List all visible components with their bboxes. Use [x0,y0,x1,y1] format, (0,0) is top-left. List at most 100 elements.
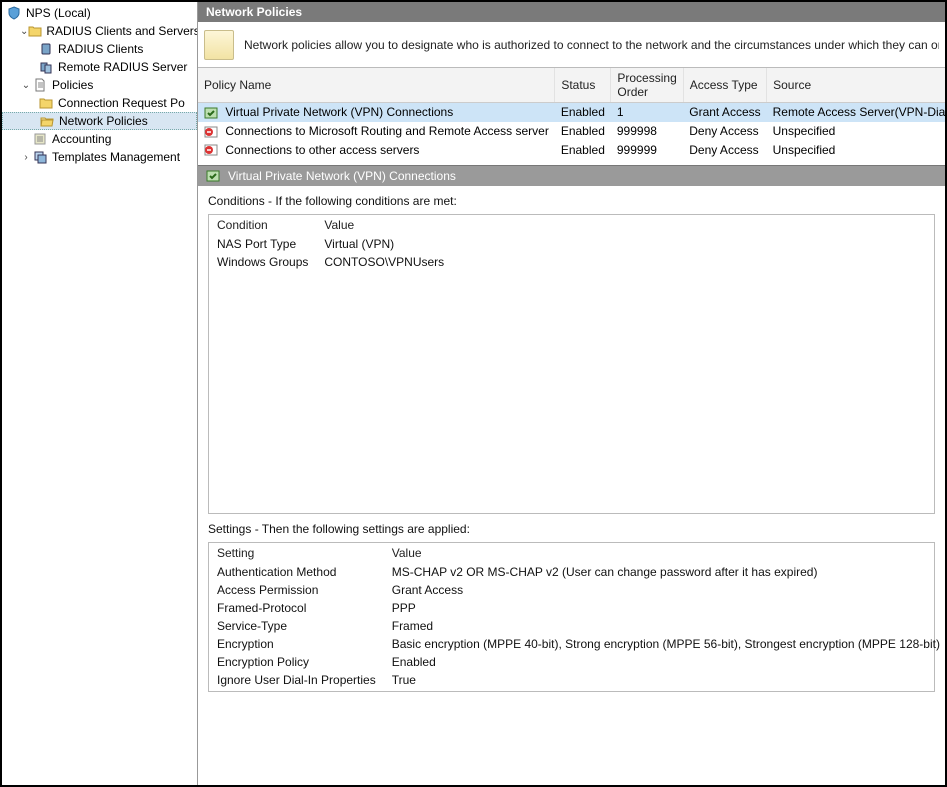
table-row[interactable]: Virtual Private Network (VPN) Connection… [198,103,945,122]
cell-status: Enabled [555,122,611,141]
tree-item-label: Accounting [50,132,111,146]
setting-value: Grant Access [384,581,945,599]
setting-name: Encryption [209,635,384,653]
setting-value: Framed [384,617,945,635]
cell-name: Connections to Microsoft Routing and Rem… [225,124,548,138]
tree-item-label: Connection Request Po [56,96,185,110]
tree-item-label: RADIUS Clients and Servers [44,24,198,38]
setting-value: PPP [384,599,945,617]
main-pane: Network Policies Network policies allow … [198,2,945,785]
cell-source: Unspecified [767,122,945,141]
chevron-down-icon[interactable]: ⌄ [20,26,28,37]
tree-root-nps[interactable]: NPS (Local) [2,4,197,22]
tree-item-label: Remote RADIUS Server [56,60,187,74]
condition-row[interactable]: NAS Port Type Virtual (VPN) [209,235,934,253]
policy-allow-icon [206,169,222,183]
shield-icon [6,5,22,21]
tree-item-label: Network Policies [57,114,148,128]
settings-box[interactable]: Setting Value Authentication Method MS-C… [208,542,935,692]
tree-radius-clients[interactable]: RADIUS Clients [2,40,197,58]
ledger-icon [32,131,48,147]
col-cond-value[interactable]: Value [316,215,934,235]
setting-row[interactable]: Encryption Policy Enabled [209,653,945,671]
setting-row[interactable]: Access Permission Grant Access [209,581,945,599]
cell-order: 999999 [611,141,683,160]
tree-root-label: NPS (Local) [24,6,91,20]
tree-item-label: Policies [50,78,93,92]
cell-status: Enabled [555,141,611,160]
setting-value: True [384,671,945,689]
condition-row[interactable]: Windows Groups CONTOSO\VPNUsers [209,253,934,271]
folder-icon [38,95,54,111]
folder-icon [28,23,42,39]
selected-policy-bar: Virtual Private Network (VPN) Connection… [198,165,945,186]
col-setting-value[interactable]: Value [384,543,945,563]
page-title-bar: Network Policies [198,2,945,22]
setting-row[interactable]: Framed-Protocol PPP [209,599,945,617]
col-order[interactable]: Processing Order [611,68,683,103]
setting-name: Service-Type [209,617,384,635]
cell-access: Grant Access [683,103,766,122]
col-access[interactable]: Access Type [683,68,766,103]
settings-panel: Settings - Then the following settings a… [198,522,945,700]
server-group-icon [38,59,54,75]
tree-accounting[interactable]: Accounting [2,130,197,148]
templates-icon [32,149,48,165]
policy-deny-icon [204,143,220,157]
table-row[interactable]: Connections to Microsoft Routing and Rem… [198,122,945,141]
condition-name: Windows Groups [209,253,316,271]
tree-radius-group[interactable]: ⌄ RADIUS Clients and Servers [2,22,197,40]
policy-allow-icon [204,106,220,120]
setting-name: Encryption Policy [209,653,384,671]
cell-order: 1 [611,103,683,122]
setting-value: Basic encryption (MPPE 40-bit), Strong e… [384,635,945,653]
policies-table[interactable]: Policy Name Status Processing Order Acce… [198,68,945,159]
nav-tree[interactable]: NPS (Local) ⌄ RADIUS Clients and Servers… [2,2,198,785]
tree-item-label: RADIUS Clients [56,42,143,56]
col-setting[interactable]: Setting [209,543,384,563]
condition-name: NAS Port Type [209,235,316,253]
info-banner: Network policies allow you to designate … [198,22,945,68]
server-icon [38,41,54,57]
tree-policies-group[interactable]: ⌄ Policies [2,76,197,94]
col-source[interactable]: Source [767,68,945,103]
setting-row[interactable]: Authentication Method MS-CHAP v2 OR MS-C… [209,563,945,581]
condition-value: CONTOSO\VPNUsers [316,253,934,271]
setting-name: Access Permission [209,581,384,599]
conditions-heading: Conditions - If the following conditions… [208,194,935,208]
setting-name: Authentication Method [209,563,384,581]
conditions-panel: Conditions - If the following conditions… [198,186,945,522]
col-policy-name[interactable]: Policy Name [198,68,555,103]
col-status[interactable]: Status [555,68,611,103]
cell-status: Enabled [555,103,611,122]
folder-open-icon [39,113,55,129]
selected-policy-name: Virtual Private Network (VPN) Connection… [228,169,456,183]
tree-connection-request[interactable]: Connection Request Po [2,94,197,112]
condition-value: Virtual (VPN) [316,235,934,253]
page-title: Network Policies [206,5,302,19]
setting-value: MS-CHAP v2 OR MS-CHAP v2 (User can chang… [384,563,945,581]
setting-row[interactable]: Encryption Basic encryption (MPPE 40-bit… [209,635,945,653]
scroll-icon [204,30,234,60]
cell-name: Connections to other access servers [225,143,419,157]
tree-templates-management[interactable]: › Templates Management [2,148,197,166]
cell-source: Remote Access Server(VPN-Dial up) [767,103,945,122]
setting-row[interactable]: Service-Type Framed [209,617,945,635]
info-banner-text: Network policies allow you to designate … [244,38,939,52]
document-icon [32,77,48,93]
table-row[interactable]: Connections to other access servers Enab… [198,141,945,160]
tree-network-policies[interactable]: Network Policies [2,112,197,130]
cell-access: Deny Access [683,141,766,160]
cell-source: Unspecified [767,141,945,160]
setting-name: Ignore User Dial-In Properties [209,671,384,689]
tree-item-label: Templates Management [50,150,180,164]
conditions-box[interactable]: Condition Value NAS Port Type Virtual (V… [208,214,935,514]
chevron-down-icon[interactable]: ⌄ [20,80,32,91]
setting-row[interactable]: Ignore User Dial-In Properties True [209,671,945,689]
tree-remote-radius[interactable]: Remote RADIUS Server [2,58,197,76]
policy-deny-icon [204,125,220,139]
setting-value: Enabled [384,653,945,671]
chevron-right-icon[interactable]: › [20,152,32,163]
col-condition[interactable]: Condition [209,215,316,235]
cell-order: 999998 [611,122,683,141]
